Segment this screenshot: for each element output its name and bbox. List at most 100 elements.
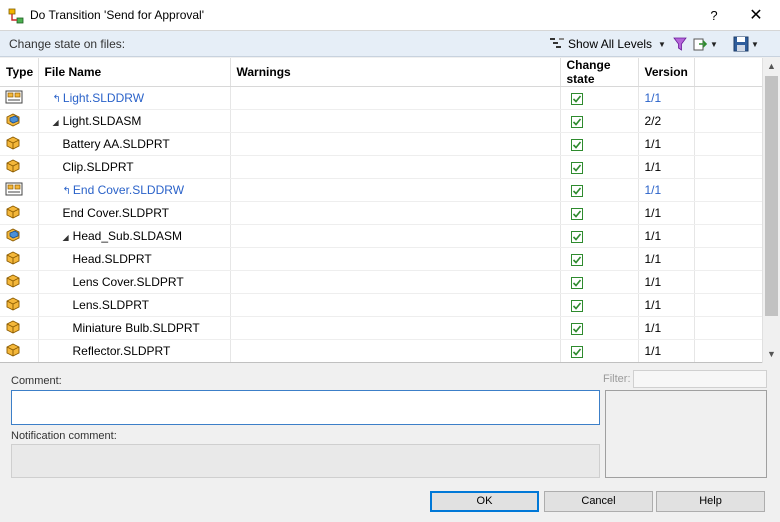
table-row[interactable]: Clip.SLDPRT 1/1 <box>0 155 763 179</box>
change-state-cell[interactable] <box>560 155 639 179</box>
version-cell: 1/1 <box>638 339 695 362</box>
grid-scrollbar[interactable]: ▲ ▼ <box>762 58 780 363</box>
notification-comment-label: Notification comment: <box>11 430 117 442</box>
file-name-cell[interactable]: ↰ End Cover.SLDDRW <box>38 178 231 202</box>
column-header-type[interactable]: Type <box>0 58 39 87</box>
file-name-cell[interactable]: Head.SLDPRT <box>38 247 231 271</box>
file-name-cell[interactable]: Reflector.SLDPRT <box>38 339 231 362</box>
recipients-list[interactable] <box>605 390 767 478</box>
scroll-thumb[interactable] <box>765 76 778 316</box>
save-dropdown[interactable]: ▼ <box>733 35 765 53</box>
version-cell: 1/1 <box>638 224 695 248</box>
warnings-cell <box>230 178 561 202</box>
version-cell: 1/1 <box>638 86 695 110</box>
notification-comment-input[interactable] <box>11 444 600 478</box>
version-cell: 1/1 <box>638 132 695 156</box>
change-state-cell[interactable] <box>560 316 639 340</box>
file-name: Lens.SLDPRT <box>72 298 149 312</box>
file-name-cell[interactable]: End Cover.SLDPRT <box>38 201 231 225</box>
help-title-button[interactable]: ? <box>700 5 728 27</box>
window-title: Do Transition 'Send for Approval' <box>30 8 205 22</box>
file-name-cell[interactable]: Miniature Bulb.SLDPRT <box>38 316 231 340</box>
change-state-cell[interactable] <box>560 109 639 133</box>
filter-icon[interactable] <box>672 36 688 52</box>
save-icon <box>733 36 749 52</box>
table-row[interactable]: ↰ End Cover.SLDDRW 1/1 <box>0 178 763 202</box>
checkbox-checked-icon <box>570 276 583 289</box>
version-cell: 2/2 <box>638 109 695 133</box>
type-cell <box>0 109 39 133</box>
chevron-down-icon: ▼ <box>658 39 666 49</box>
filler-cell <box>694 293 763 317</box>
table-row[interactable]: Miniature Bulb.SLDPRT 1/1 <box>0 316 763 340</box>
filler-cell <box>694 339 763 362</box>
export-icon <box>693 38 708 51</box>
change-state-cell[interactable] <box>560 247 639 271</box>
collapse-icon[interactable]: ◢ <box>53 118 59 127</box>
checkbox-checked-icon <box>570 299 583 312</box>
ok-button[interactable]: OK <box>430 491 539 512</box>
filter-input[interactable] <box>633 370 767 388</box>
change-state-cell[interactable] <box>560 132 639 156</box>
warnings-cell <box>230 316 561 340</box>
show-levels-dropdown[interactable]: Show All Levels ▼ <box>550 35 666 53</box>
drawing-icon <box>5 182 23 200</box>
checkbox-checked-icon <box>570 322 583 335</box>
file-name: Reflector.SLDPRT <box>72 344 171 358</box>
column-header-version[interactable]: Version <box>638 58 695 87</box>
comment-input[interactable] <box>11 390 600 425</box>
export-dropdown[interactable]: ▼ <box>692 35 722 53</box>
grid-header-row: Type File Name Warnings Change state Ver… <box>0 58 763 87</box>
collapse-icon[interactable]: ◢ <box>63 233 69 242</box>
file-name-cell[interactable]: ↰ Light.SLDDRW <box>38 86 231 110</box>
table-row[interactable]: ◢ Light.SLDASM 2/2 <box>0 109 763 133</box>
help-button[interactable]: Help <box>656 491 765 512</box>
table-row[interactable]: Lens Cover.SLDPRT 1/1 <box>0 270 763 294</box>
checkbox-checked-icon <box>570 161 583 174</box>
warnings-cell <box>230 224 561 248</box>
file-name-cell[interactable]: Battery AA.SLDPRT <box>38 132 231 156</box>
table-row[interactable]: ↰ Light.SLDDRW 1/1 <box>0 86 763 110</box>
scroll-up-icon[interactable]: ▲ <box>763 58 780 75</box>
checkbox-checked-icon <box>570 115 583 128</box>
type-cell <box>0 270 39 294</box>
chevron-down-icon: ▼ <box>710 39 718 49</box>
table-row[interactable]: Reflector.SLDPRT 1/1 <box>0 339 763 362</box>
change-state-cell[interactable] <box>560 178 639 202</box>
column-header-change-state[interactable]: Change state <box>560 58 639 87</box>
change-state-label: Change state on files: <box>9 37 126 51</box>
change-state-cell[interactable] <box>560 270 639 294</box>
assembly-icon <box>5 227 21 246</box>
change-state-cell[interactable] <box>560 224 639 248</box>
change-state-cell[interactable] <box>560 86 639 110</box>
table-row[interactable]: Battery AA.SLDPRT 1/1 <box>0 132 763 156</box>
filler-cell <box>694 178 763 202</box>
file-name-cell[interactable]: Clip.SLDPRT <box>38 155 231 179</box>
type-cell <box>0 86 39 110</box>
filler-cell <box>694 270 763 294</box>
filler-cell <box>694 316 763 340</box>
table-row[interactable]: Lens.SLDPRT 1/1 <box>0 293 763 317</box>
file-name-cell[interactable]: ◢ Light.SLDASM <box>38 109 231 133</box>
column-header-warnings[interactable]: Warnings <box>230 58 561 87</box>
part-icon <box>5 296 21 315</box>
change-state-cell[interactable] <box>560 201 639 225</box>
file-name-cell[interactable]: Lens.SLDPRT <box>38 293 231 317</box>
change-state-cell[interactable] <box>560 293 639 317</box>
file-name: Lens Cover.SLDPRT <box>72 275 184 289</box>
part-icon <box>5 342 21 361</box>
warnings-cell <box>230 132 561 156</box>
change-state-cell[interactable] <box>560 339 639 362</box>
scroll-down-icon[interactable]: ▼ <box>763 346 780 363</box>
reference-icon: ↰ <box>62 186 71 197</box>
file-name-cell[interactable]: ◢ Head_Sub.SLDASM <box>38 224 231 248</box>
column-header-file-name[interactable]: File Name <box>38 58 231 87</box>
cancel-button[interactable]: Cancel <box>544 491 653 512</box>
table-row[interactable]: End Cover.SLDPRT 1/1 <box>0 201 763 225</box>
table-row[interactable]: ◢ Head_Sub.SLDASM 1/1 <box>0 224 763 248</box>
table-row[interactable]: Head.SLDPRT 1/1 <box>0 247 763 271</box>
file-name-cell[interactable]: Lens Cover.SLDPRT <box>38 270 231 294</box>
close-button[interactable]: ✕ <box>742 5 770 27</box>
part-icon <box>5 319 21 338</box>
show-levels-label: Show All Levels <box>568 37 653 51</box>
